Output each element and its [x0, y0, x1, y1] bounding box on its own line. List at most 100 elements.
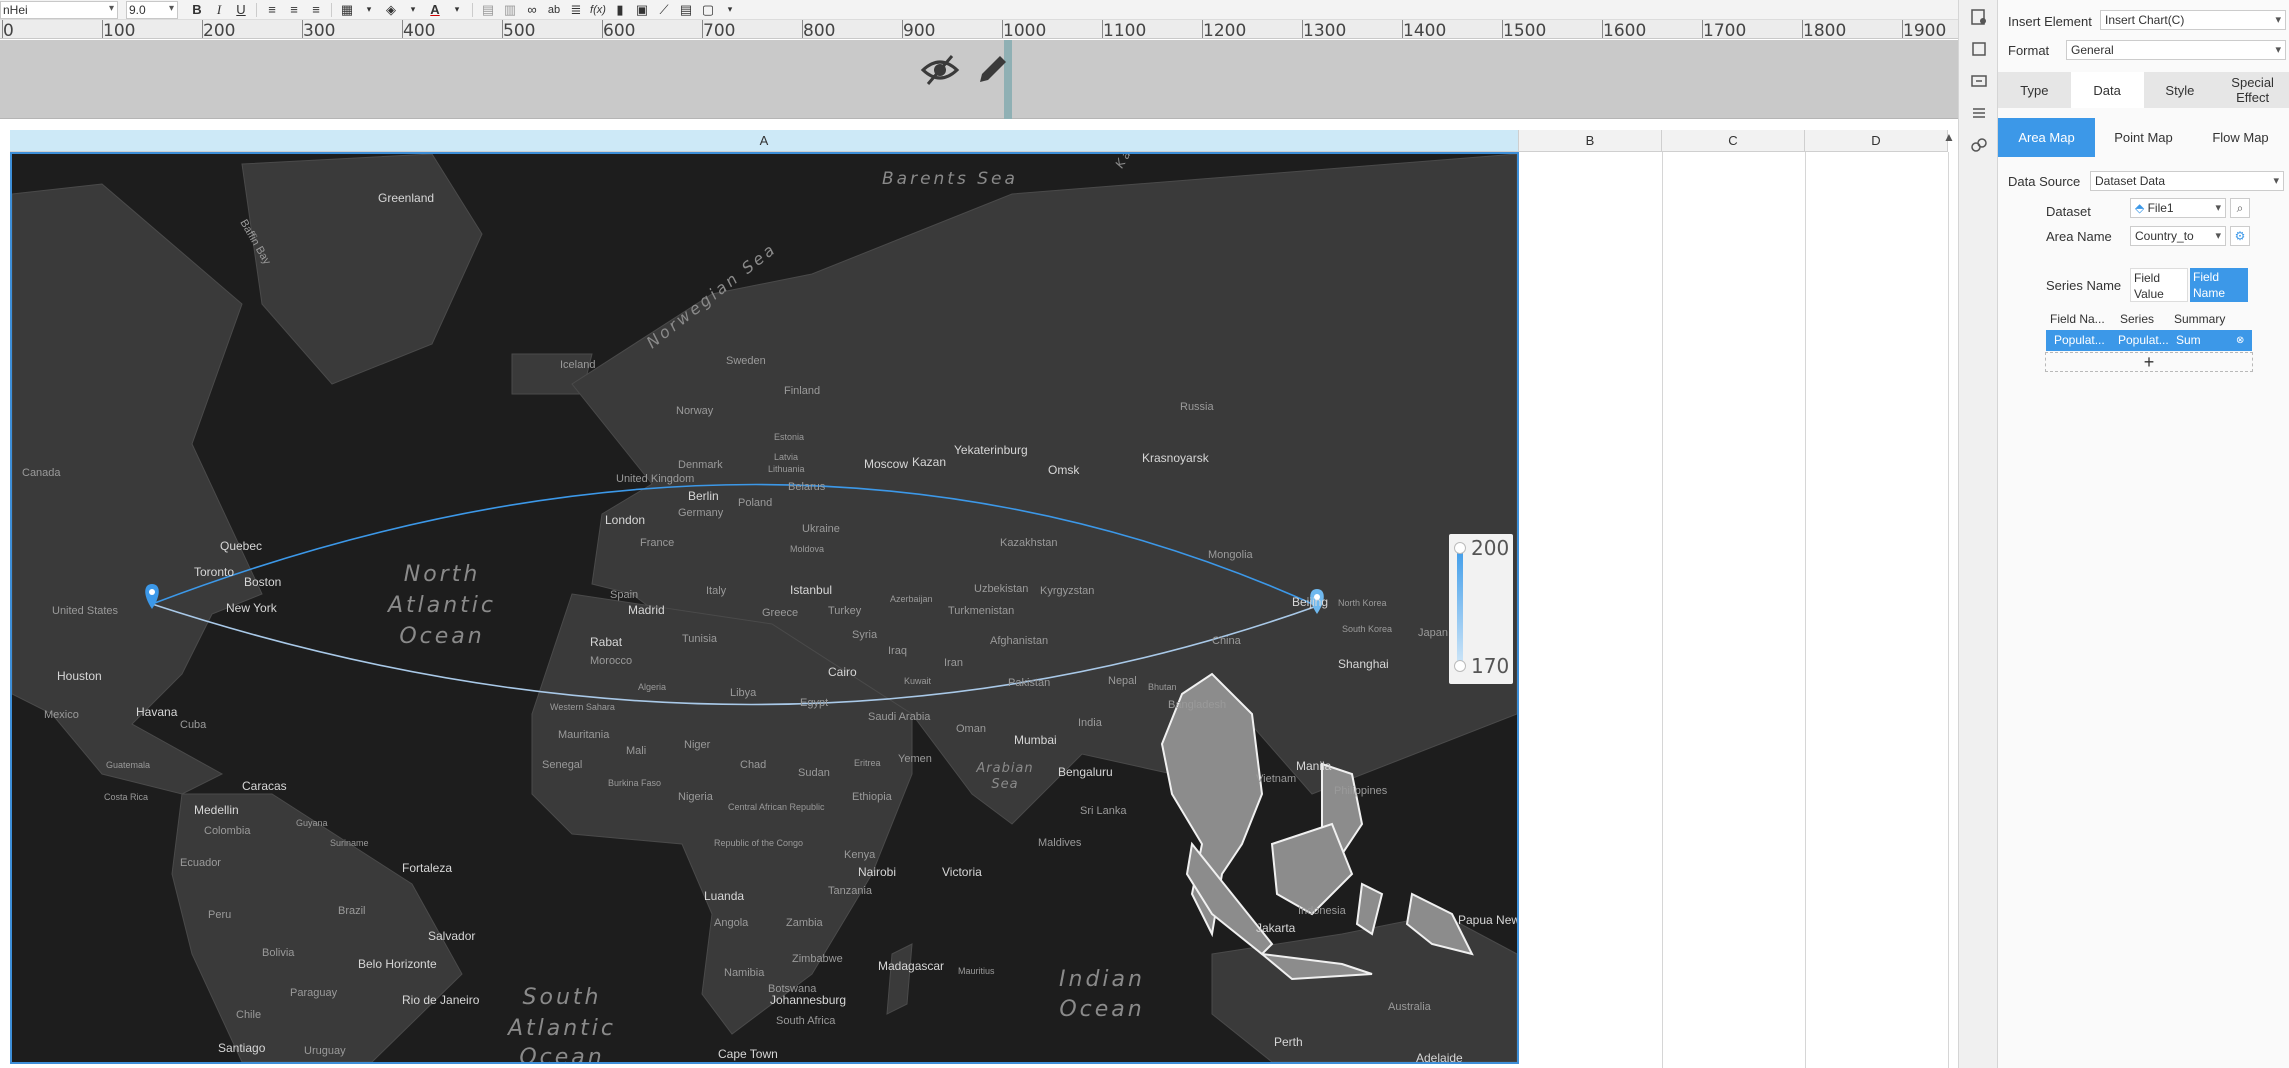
sub-report-icon[interactable]: ▤ [677, 1, 695, 19]
place-label-chile: Chile [236, 1009, 261, 1021]
data-source-select[interactable]: Dataset Data ▾ [2090, 171, 2284, 191]
area-name-label: Area Name [2046, 229, 2112, 244]
font-color-icon[interactable]: A [426, 1, 444, 19]
place-label-kuwait: Kuwait [904, 676, 932, 686]
place-label-niger: Niger [684, 739, 711, 751]
flow-map-chart[interactable]: North Atlantic Ocean South Atlantic Ocea… [10, 152, 1519, 1064]
place-label-ecuador: Ecuador [180, 857, 221, 869]
series-option-field-name[interactable]: Field Name [2190, 268, 2248, 302]
bold-icon[interactable]: B [188, 1, 206, 19]
split-cells-icon[interactable]: ▥ [501, 1, 519, 19]
merge-cells-icon[interactable]: ▤ [479, 1, 497, 19]
place-label-turkey: Turkey [828, 605, 862, 617]
cell-element-icon[interactable] [1970, 40, 1988, 58]
tab-area-map[interactable]: Area Map [1998, 118, 2095, 157]
place-label-zimbabwe: Zimbabwe [792, 953, 843, 965]
font-name-select[interactable]: nHei ▾ [0, 0, 118, 19]
row-series: Populat... [2118, 333, 2169, 347]
fill-color-icon[interactable]: ◈ [382, 1, 400, 19]
place-label-quebec: Quebec [220, 539, 262, 553]
scroll-up-arrow-icon[interactable]: ▲ [1940, 130, 1958, 148]
italic-icon[interactable]: I [210, 1, 228, 19]
map-legend[interactable]: 200 170 [1449, 534, 1513, 684]
image-icon[interactable]: ▣ [633, 1, 651, 19]
ocean-label-indian-2: Ocean [1059, 997, 1144, 1022]
designer-window: nHei ▾ 9.0 ▾ B I U ≡ ≡ ≡ ▦ ▾ ◈ ▾ A ▾ ▤ ▥… [0, 0, 2289, 1068]
place-label-yemen: Yemen [898, 753, 932, 765]
pencil-icon[interactable] [972, 50, 1012, 90]
legend-max-value: 200 [1471, 536, 1510, 560]
column-header-c[interactable]: C [1662, 130, 1805, 152]
chevron-down-icon[interactable]: ▾ [721, 1, 739, 19]
align-right-icon[interactable]: ≡ [307, 1, 325, 19]
legend-min-handle[interactable] [1454, 660, 1466, 672]
series-option-field-value[interactable]: Field Value [2130, 268, 2188, 302]
formula-icon[interactable]: f(x) [589, 1, 607, 19]
chevron-down-icon[interactable]: ▾ [448, 1, 466, 19]
tab-point-map[interactable]: Point Map [2095, 118, 2192, 157]
column-header-d[interactable]: D [1805, 130, 1948, 152]
area-name-select[interactable]: Country_to ▾ [2130, 226, 2226, 246]
place-label-france: France [640, 537, 674, 549]
place-label-shanghai: Shanghai [1338, 657, 1389, 671]
place-label-senegal: Senegal [542, 759, 582, 771]
format-select[interactable]: General ▾ [2066, 40, 2286, 60]
slash-icon[interactable]: ⟋ [655, 1, 673, 19]
add-row-button[interactable]: + [2045, 352, 2253, 372]
place-label-north-korea: North Korea [1338, 598, 1387, 608]
align-left-icon[interactable]: ≡ [263, 1, 281, 19]
ruler-label: 1600 [1603, 21, 1647, 39]
align-center-icon[interactable]: ≡ [285, 1, 303, 19]
place-label-poland: Poland [738, 497, 772, 509]
place-label-johannesburg: Johannesburg [770, 993, 846, 1007]
tab-flow-map[interactable]: Flow Map [2192, 118, 2289, 157]
column-header-series: Series [2120, 312, 2155, 326]
place-label-colombia: Colombia [204, 825, 251, 837]
place-label-japan: Japan [1418, 627, 1448, 639]
cell-properties-icon[interactable] [1970, 8, 1988, 26]
frame-icon[interactable]: ▢ [699, 1, 717, 19]
place-label-adelaide: Adelaide [1416, 1051, 1463, 1062]
legend-max-handle[interactable] [1454, 542, 1466, 554]
chevron-down-icon[interactable]: ▾ [404, 1, 422, 19]
place-label-latvia: Latvia [774, 452, 798, 462]
tab-special-effect[interactable]: Special Effect [2216, 72, 2289, 108]
place-label-krasnoyarsk: Krasnoyarsk [1142, 451, 1210, 465]
link-icon[interactable]: ∞ [523, 1, 541, 19]
chart-properties-panel: Insert Element Insert Chart(C) ▾ Format … [1998, 0, 2289, 1068]
place-label-spain: Spain [610, 589, 638, 601]
column-header-field-name: Field Na... [2050, 312, 2105, 326]
delete-row-icon[interactable]: ⊗ [2236, 330, 2244, 351]
widget-settings-icon[interactable] [1970, 72, 1988, 90]
column-header-a[interactable]: A [10, 130, 1519, 152]
underline-icon[interactable]: U [232, 1, 250, 19]
eye-off-icon[interactable] [920, 50, 960, 90]
place-label-kazan: Kazan [912, 455, 946, 469]
table-row[interactable]: Populat... Populat... Sum ⊗ [2046, 330, 2252, 351]
border-icon[interactable]: ▦ [338, 1, 356, 19]
insert-element-select[interactable]: Insert Chart(C) ▾ [2100, 10, 2286, 30]
hyperlink-icon[interactable] [1970, 136, 1988, 154]
wrap-text-icon[interactable]: ≣ [567, 1, 585, 19]
column-header-b[interactable]: B [1519, 130, 1662, 152]
font-size-select[interactable]: 9.0 ▾ [126, 0, 178, 19]
ocean-label-north-3: Ocean [399, 624, 484, 649]
search-icon[interactable]: ⌕ [2230, 198, 2250, 218]
tab-style[interactable]: Style [2144, 72, 2217, 108]
place-label-denmark: Denmark [678, 459, 723, 471]
conditional-attributes-icon[interactable] [1970, 104, 1988, 122]
chevron-down-icon[interactable]: ▾ [360, 1, 378, 19]
tab-data[interactable]: Data [2070, 72, 2144, 108]
dataset-select[interactable]: ⬘ File1 ▾ [2130, 198, 2226, 218]
gear-icon[interactable]: ⚙ [2230, 226, 2250, 246]
place-label-angola: Angola [714, 917, 749, 929]
toolbar-divider [472, 2, 473, 17]
text-icon[interactable]: ab [545, 1, 563, 19]
place-label-afghanistan: Afghanistan [990, 635, 1048, 647]
place-label-china: China [1212, 635, 1242, 647]
place-label-oman: Oman [956, 723, 986, 735]
chart-icon[interactable]: ▮ [611, 1, 629, 19]
map-canvas: North Atlantic Ocean South Atlantic Ocea… [12, 154, 1517, 1062]
tab-type[interactable]: Type [1998, 72, 2071, 108]
north-america-land [12, 183, 263, 795]
